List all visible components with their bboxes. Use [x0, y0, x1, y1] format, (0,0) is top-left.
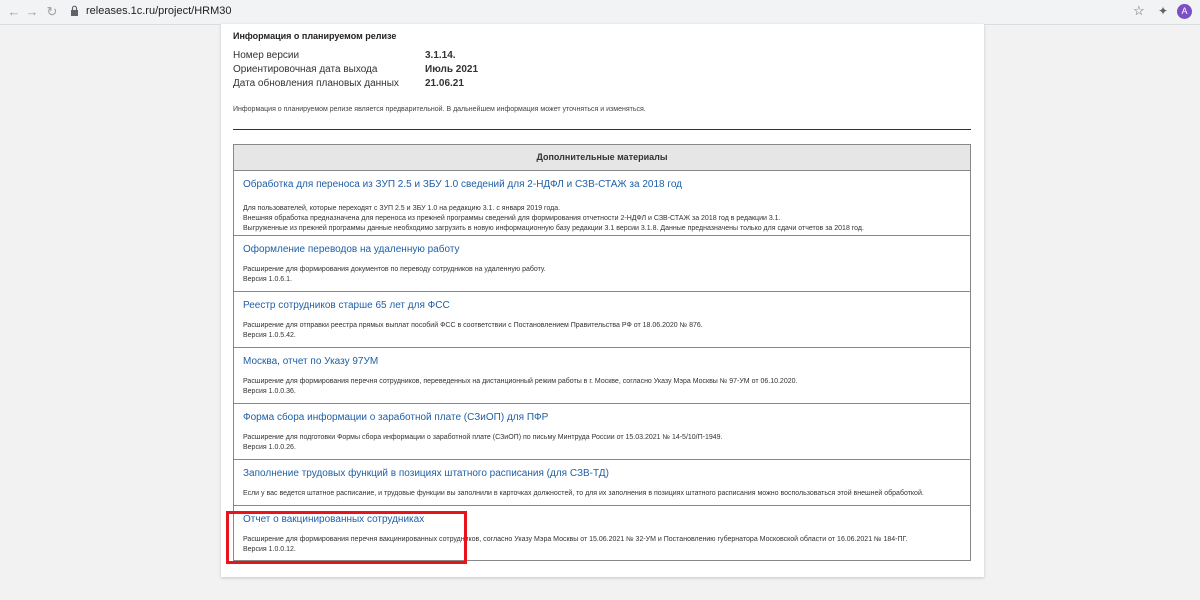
material-row: Оформление переводов на удаленную работу…: [234, 236, 970, 292]
material-description: Если у вас ведется штатное расписание, и…: [243, 490, 924, 497]
address-bar[interactable]: releases.1c.ru/project/HRM30: [64, 2, 1152, 22]
material-version: Версия 1.0.0.26.: [243, 444, 296, 451]
material-link[interactable]: Заполнение трудовых функций в позициях ш…: [243, 468, 609, 479]
bookmark-star-icon[interactable]: ☆: [1133, 3, 1145, 19]
info-label: Номер версии: [233, 50, 300, 61]
extensions-icon[interactable]: ✦: [1158, 4, 1168, 18]
material-version: Версия 1.0.5.42.: [243, 332, 296, 339]
material-row: Обработка для переноса из ЗУП 2.5 и ЗБУ …: [234, 171, 970, 236]
material-version: Версия 1.0.6.1.: [243, 276, 292, 283]
info-value: 21.06.21: [425, 78, 464, 89]
lock-icon: [71, 5, 78, 16]
material-description: Расширение для формирования перечня вакц…: [243, 536, 908, 543]
material-description: Расширение для подготовки Формы сбора ин…: [243, 434, 723, 441]
material-description: Расширение для формирования документов п…: [243, 266, 546, 273]
divider: [233, 129, 971, 130]
page-container: Информация о планируемом релизе Номер ве…: [221, 24, 984, 577]
material-link[interactable]: Реестр сотрудников старше 65 лет для ФСС: [243, 300, 450, 311]
release-note: Информация о планируемом релизе является…: [233, 106, 646, 113]
material-description: Расширение для формирования перечня сотр…: [243, 378, 798, 385]
material-link[interactable]: Обработка для переноса из ЗУП 2.5 и ЗБУ …: [243, 179, 682, 190]
info-label: Дата обновления плановых данных: [233, 78, 399, 89]
material-row: Москва, отчет по Указу 97УМ Расширение д…: [234, 348, 970, 404]
profile-avatar[interactable]: A: [1177, 4, 1192, 19]
browser-toolbar: ← → ↻ releases.1c.ru/project/HRM30 ☆ ✦ A: [0, 0, 1200, 25]
back-icon[interactable]: ←: [6, 4, 22, 20]
material-description: Выгруженные из прежней программы данные …: [243, 225, 864, 232]
material-link[interactable]: Отчет о вакцинированных сотрудниках: [243, 514, 424, 525]
material-row: Отчет о вакцинированных сотрудниках Расш…: [234, 506, 970, 560]
material-link[interactable]: Москва, отчет по Указу 97УМ: [243, 356, 378, 367]
material-description: Внешняя обработка предназначена для пере…: [243, 215, 781, 222]
materials-table: Дополнительные материалы Обработка для п…: [233, 144, 971, 561]
forward-icon[interactable]: →: [24, 4, 40, 20]
material-link[interactable]: Оформление переводов на удаленную работу: [243, 244, 460, 255]
material-version: Версия 1.0.0.36.: [243, 388, 296, 395]
reload-icon[interactable]: ↻: [44, 4, 60, 20]
material-description: Расширение для отправки реестра прямых в…: [243, 322, 703, 329]
info-label: Ориентировочная дата выхода: [233, 64, 378, 75]
material-version: Версия 1.0.0.12.: [243, 546, 296, 553]
material-link[interactable]: Форма сбора информации о заработной плат…: [243, 412, 548, 423]
materials-header: Дополнительные материалы: [234, 145, 970, 171]
url-text: releases.1c.ru/project/HRM30: [86, 5, 232, 17]
material-row: Заполнение трудовых функций в позициях ш…: [234, 460, 970, 506]
info-value: 3.1.14.: [425, 50, 456, 61]
material-row: Форма сбора информации о заработной плат…: [234, 404, 970, 460]
material-description: Для пользователей, которые переходят с З…: [243, 205, 561, 212]
material-row: Реестр сотрудников старше 65 лет для ФСС…: [234, 292, 970, 348]
info-value: Июль 2021: [425, 64, 479, 75]
release-info-title: Информация о планируемом релизе: [233, 31, 397, 41]
